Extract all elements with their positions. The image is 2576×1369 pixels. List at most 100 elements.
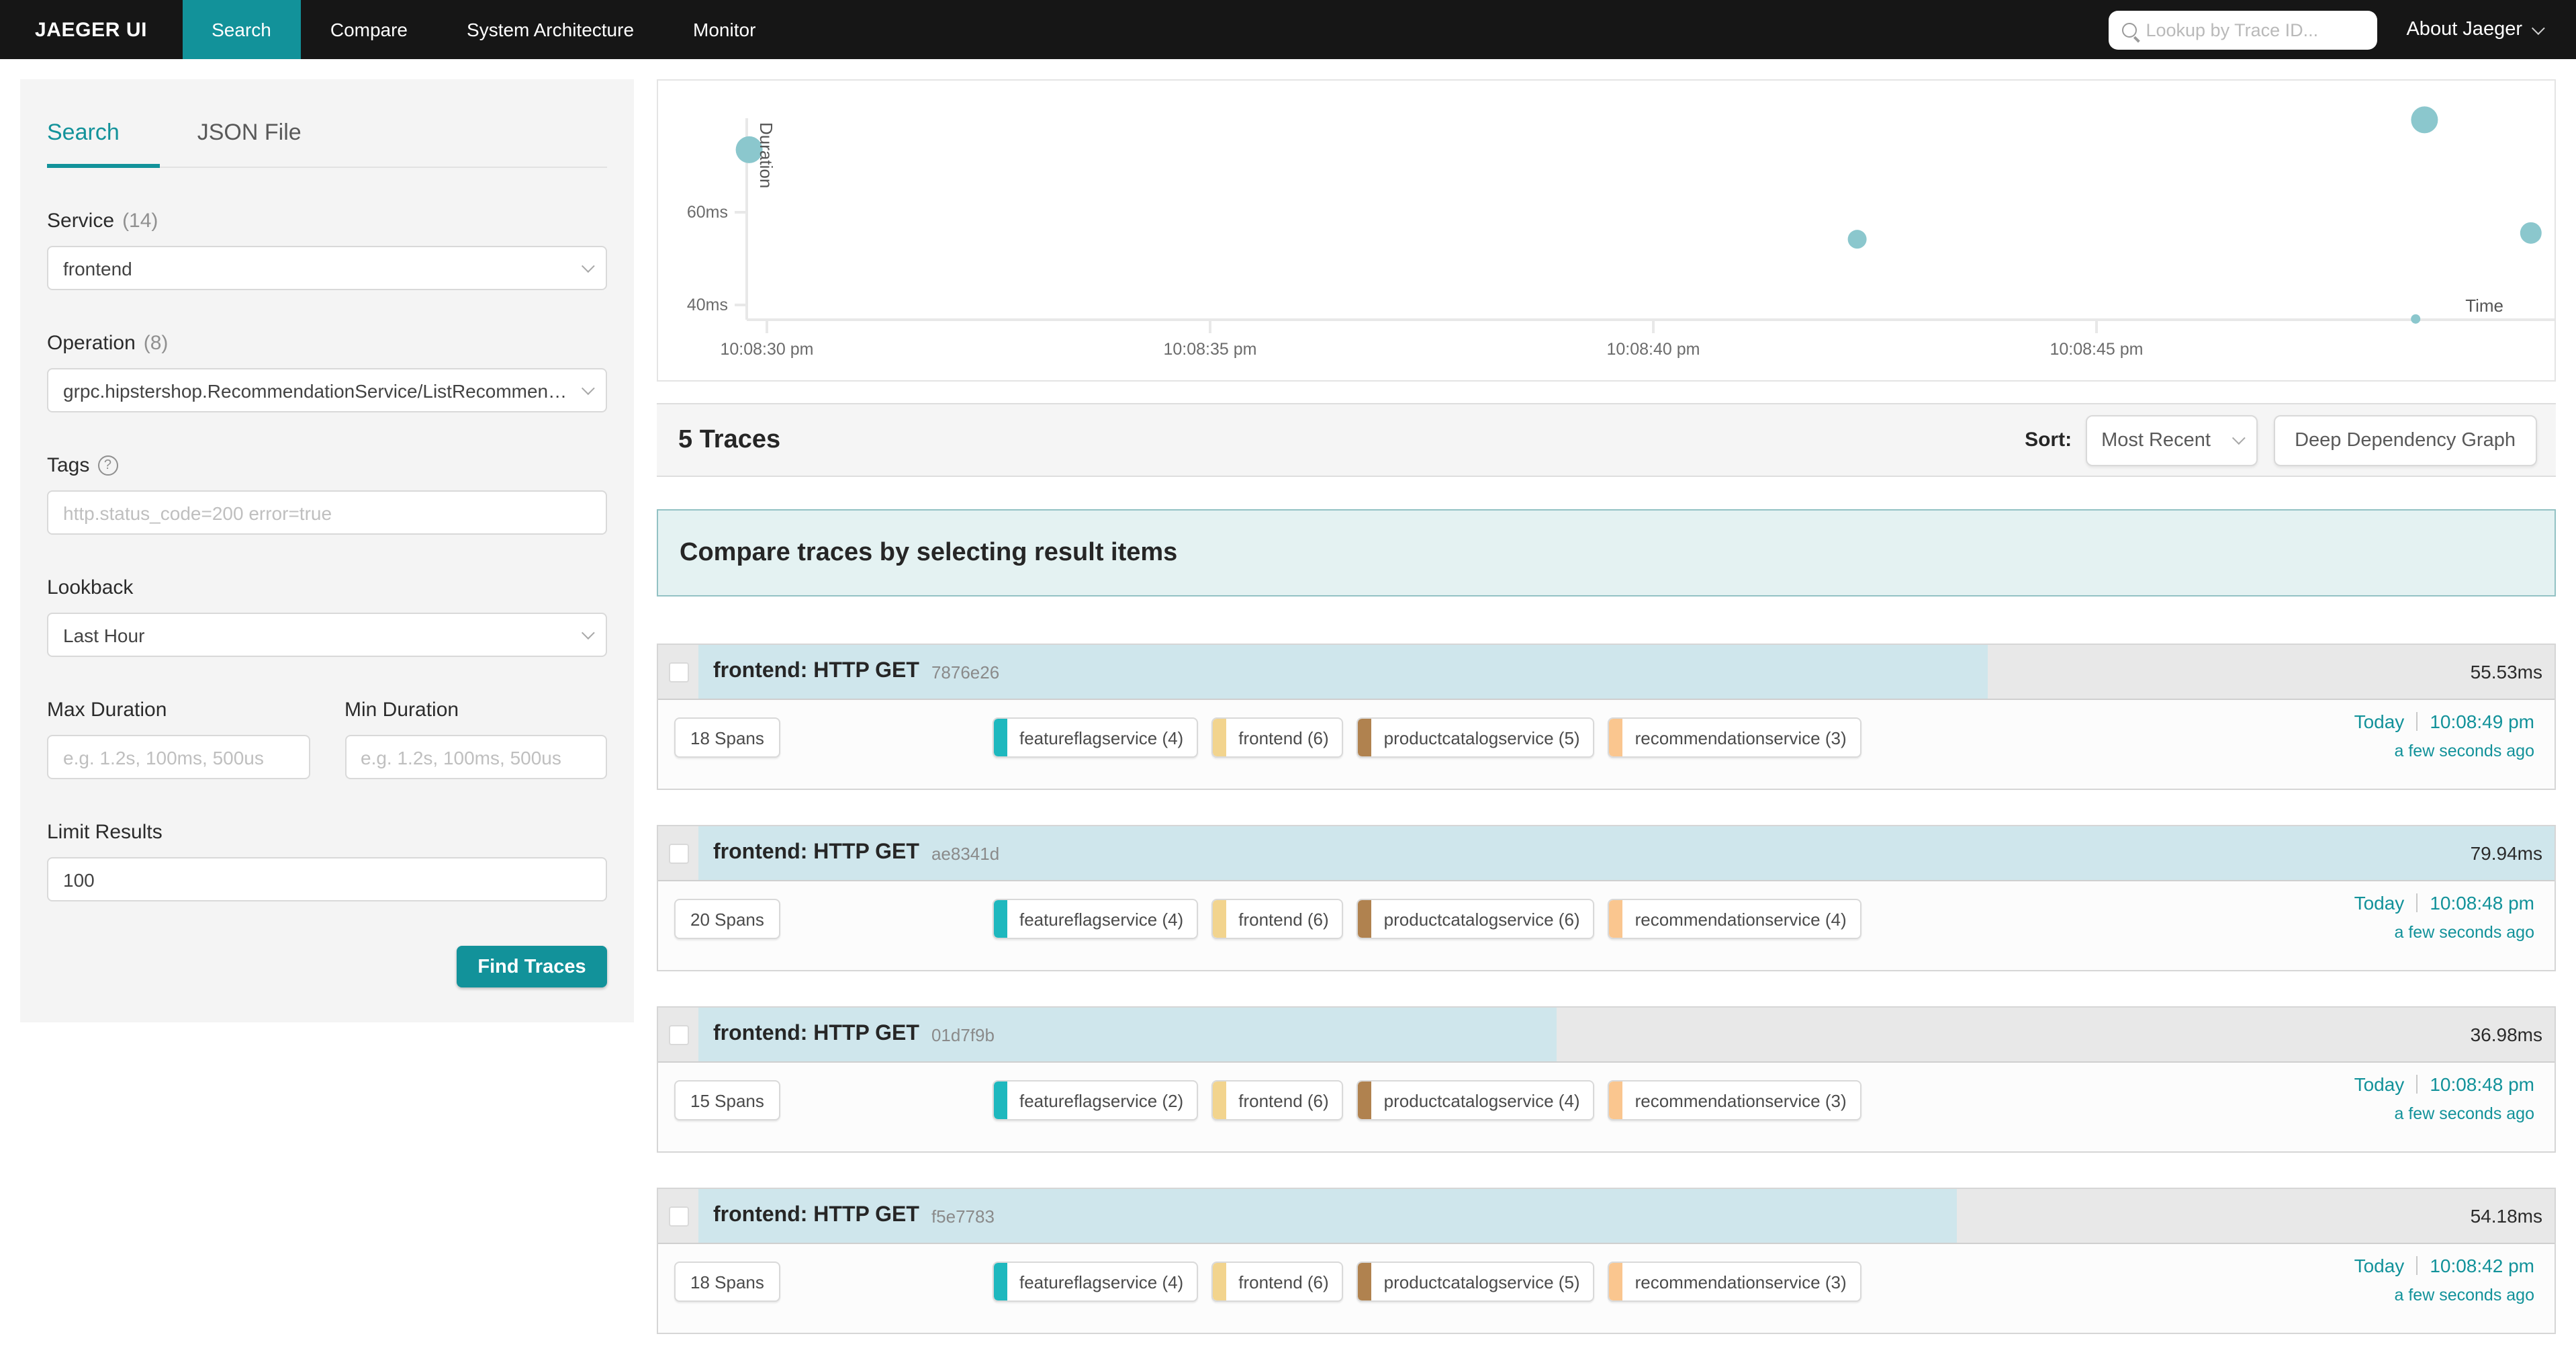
- service-tag-label: productcatalogservice (6): [1384, 909, 1580, 929]
- operation-value: grpc.hipstershop.RecommendationService/L…: [63, 380, 571, 401]
- find-traces-button[interactable]: Find Traces: [457, 946, 607, 987]
- trace-select-checkbox[interactable]: [668, 843, 688, 863]
- limit-results-field: [47, 857, 607, 901]
- service-tag: productcatalogservice (4): [1357, 1080, 1595, 1120]
- search-icon: [2121, 22, 2136, 37]
- trace-duration: 36.98ms: [2471, 1024, 2542, 1045]
- service-color-swatch: [994, 900, 1007, 938]
- service-tag-label: frontend (6): [1238, 727, 1328, 748]
- trace-relative-time: a few seconds ago: [2354, 923, 2534, 942]
- service-tag: featureflagservice (2): [993, 1080, 1198, 1120]
- service-tag: productcatalogservice (5): [1357, 717, 1595, 758]
- service-tag-list: featureflagservice (4)frontend (6)produc…: [993, 899, 1861, 939]
- chevron-down-icon: [2232, 431, 2245, 445]
- timestamp-divider: [2416, 712, 2418, 731]
- trace-timestamp: Today 10:08:49 pm a few seconds ago: [2354, 711, 2534, 760]
- max-duration-input[interactable]: [63, 746, 293, 768]
- service-tag-label: recommendationservice (3): [1635, 1090, 1847, 1110]
- service-tag-label: recommendationservice (4): [1635, 909, 1847, 929]
- trace-select-checkbox[interactable]: [668, 1206, 688, 1226]
- search-results-main: 60ms40ms 10:08:30 pm 10:08:35 pm 10:08:40 …: [657, 79, 2556, 1369]
- service-tag: featureflagservice (4): [993, 899, 1198, 939]
- search-sidebar: Search JSON File Service (14) frontend O…: [20, 79, 634, 1022]
- max-duration-label: Max Duration: [47, 699, 310, 721]
- sort-select[interactable]: Most Recent: [2085, 414, 2257, 466]
- top-nav: JAEGER UI Search Compare System Architec…: [0, 0, 2576, 59]
- trace-result-card[interactable]: frontend: HTTP GET ae8341d 79.94ms 20 Sp…: [657, 825, 2556, 971]
- tab-search[interactable]: Search: [47, 120, 120, 146]
- trace-card-body: 18 Spans featureflagservice (4)frontend …: [658, 700, 2555, 789]
- about-jaeger-menu[interactable]: About Jaeger: [2406, 19, 2541, 40]
- nav-item-search[interactable]: Search: [182, 0, 301, 59]
- service-color-swatch: [1213, 1263, 1226, 1300]
- trace-results-list: frontend: HTTP GET 7876e26 55.53ms 18 Sp…: [657, 644, 2556, 1334]
- about-jaeger-label: About Jaeger: [2406, 19, 2522, 40]
- deep-dependency-graph-button[interactable]: Deep Dependency Graph: [2273, 414, 2537, 466]
- trace-select-checkbox[interactable]: [668, 1024, 688, 1045]
- trace-date: Today: [2354, 1073, 2405, 1095]
- tags-field: [47, 490, 607, 535]
- span-count-chip: 18 Spans: [674, 1262, 780, 1302]
- limit-results-label: Limit Results: [47, 821, 607, 844]
- service-tag-label: productcatalogservice (5): [1384, 1272, 1580, 1292]
- service-tag-label: featureflagservice (4): [1019, 727, 1183, 748]
- lookback-select[interactable]: Last Hour: [47, 613, 607, 657]
- trace-card-header: frontend: HTTP GET 7876e26 55.53ms: [658, 645, 2555, 700]
- trace-select-checkbox[interactable]: [668, 662, 688, 682]
- trace-result-card[interactable]: frontend: HTTP GET f5e7783 54.18ms 18 Sp…: [657, 1188, 2556, 1334]
- sort-value: Most Recent: [2101, 429, 2211, 451]
- svg-text:10:08:30 pm: 10:08:30 pm: [721, 340, 814, 359]
- svg-text:10:08:35 pm: 10:08:35 pm: [1164, 340, 1257, 359]
- service-color-swatch: [1213, 900, 1226, 938]
- trace-result-card[interactable]: frontend: HTTP GET 01d7f9b 36.98ms 15 Sp…: [657, 1006, 2556, 1153]
- trace-id-search[interactable]: [2108, 10, 2377, 49]
- operation-select[interactable]: grpc.hipstershop.RecommendationService/L…: [47, 368, 607, 412]
- trace-count: 5 Traces: [678, 425, 780, 455]
- y-axis-title: Duration: [756, 122, 776, 188]
- trace-time: 10:08:49 pm: [2430, 711, 2534, 732]
- nav-item-compare[interactable]: Compare: [301, 0, 437, 59]
- chevron-down-icon: [582, 626, 595, 639]
- service-color-swatch: [1213, 1081, 1226, 1119]
- service-tag: recommendationservice (3): [1608, 1262, 1861, 1302]
- chevron-down-icon: [582, 259, 595, 273]
- max-duration-field: [47, 735, 310, 779]
- jaeger-ui-window: JAEGER UI Search Compare System Architec…: [0, 0, 2576, 1309]
- trace-id-input[interactable]: [2146, 19, 2360, 40]
- trace-title: frontend: HTTP GET: [713, 660, 919, 684]
- trace-result-card[interactable]: frontend: HTTP GET 7876e26 55.53ms 18 Sp…: [657, 644, 2556, 790]
- trace-card-header: frontend: HTTP GET f5e7783 54.18ms: [658, 1189, 2555, 1244]
- span-count-chip: 20 Spans: [674, 899, 780, 939]
- trace-scatter-points: [736, 106, 2542, 323]
- y-axis-ticks: 60ms40ms: [687, 203, 747, 314]
- service-select[interactable]: frontend: [47, 246, 607, 290]
- span-count-chip: 15 Spans: [674, 1080, 780, 1120]
- timestamp-divider: [2416, 1075, 2418, 1094]
- trace-id: 01d7f9b: [931, 1024, 995, 1045]
- tab-json-file[interactable]: JSON File: [197, 120, 302, 146]
- nav-item-monitor[interactable]: Monitor: [663, 0, 785, 59]
- active-tab-indicator: [47, 164, 160, 168]
- service-label: Service (14): [47, 210, 607, 232]
- sort-label: Sort:: [2025, 429, 2072, 451]
- limit-results-input[interactable]: [63, 869, 591, 890]
- nav-item-system-architecture[interactable]: System Architecture: [437, 0, 663, 59]
- service-tag: featureflagservice (4): [993, 717, 1198, 758]
- svg-text:10:08:40 pm: 10:08:40 pm: [1607, 340, 1700, 359]
- duration-scatter-plot[interactable]: 60ms40ms 10:08:30 pm 10:08:35 pm 10:08:40 …: [657, 79, 2556, 382]
- trace-duration: 79.94ms: [2471, 842, 2542, 864]
- service-tag-list: featureflagservice (4)frontend (6)produc…: [993, 1262, 1861, 1302]
- scatter-svg: 60ms40ms 10:08:30 pm 10:08:35 pm 10:08:40 …: [658, 81, 2555, 380]
- help-icon[interactable]: ?: [97, 455, 118, 476]
- trace-timestamp: Today 10:08:42 pm a few seconds ago: [2354, 1255, 2534, 1305]
- service-tag: featureflagservice (4): [993, 1262, 1198, 1302]
- tags-input[interactable]: [63, 502, 591, 523]
- min-duration-label: Min Duration: [344, 699, 607, 721]
- service-color-swatch: [994, 719, 1007, 756]
- min-duration-input[interactable]: [361, 746, 591, 768]
- trace-duration: 55.53ms: [2471, 661, 2542, 682]
- trace-time: 10:08:42 pm: [2430, 1255, 2534, 1276]
- service-color-swatch: [1610, 1081, 1623, 1119]
- trace-relative-time: a few seconds ago: [2354, 742, 2534, 760]
- app-brand: JAEGER UI: [0, 0, 182, 59]
